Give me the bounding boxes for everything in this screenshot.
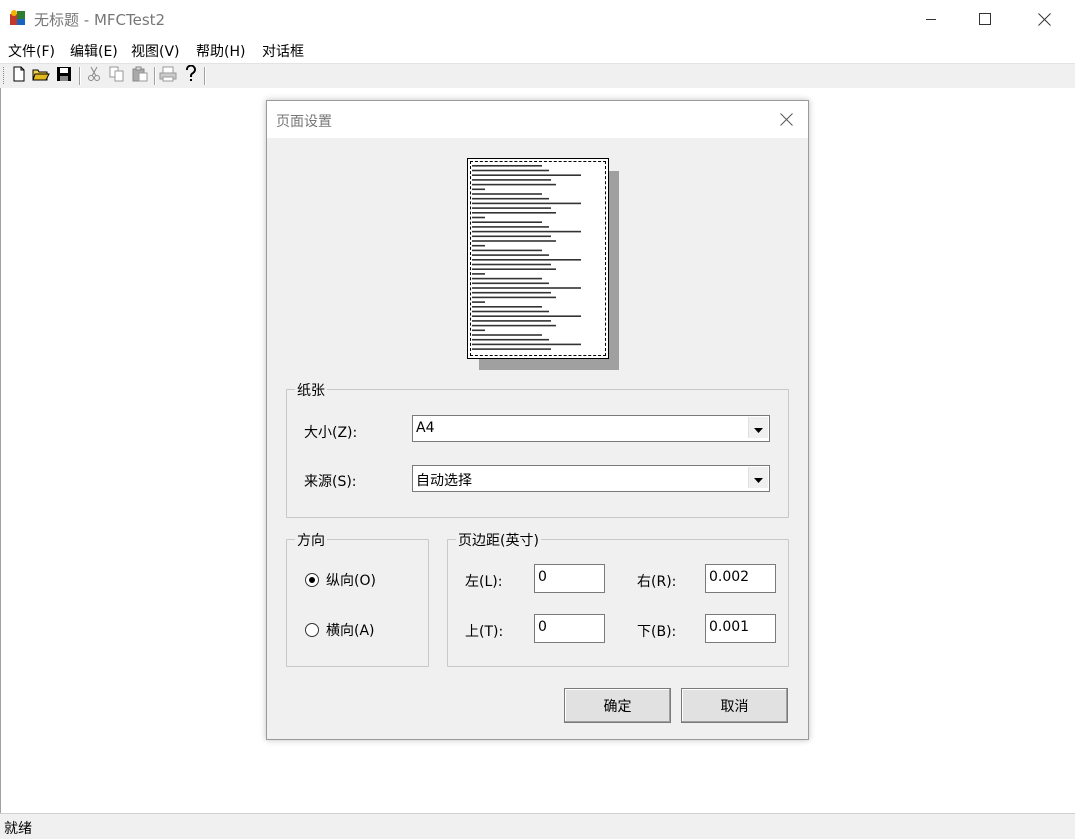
paper-source-combo[interactable]: 自动选择 xyxy=(412,465,770,492)
app-icon xyxy=(9,9,27,27)
save-button[interactable] xyxy=(54,66,74,86)
dialog-title: 页面设置 xyxy=(276,114,332,130)
new-file-icon xyxy=(12,66,26,86)
help-button[interactable] xyxy=(181,64,201,87)
radio-selected-dot xyxy=(309,577,315,583)
right-margin-label: 右(R): xyxy=(637,574,677,590)
print-button[interactable] xyxy=(158,66,178,86)
copy-icon xyxy=(109,66,125,86)
menu-edit[interactable]: 编辑(E) xyxy=(70,41,118,61)
portrait-label[interactable]: 纵向(O) xyxy=(326,570,376,590)
menu-help[interactable]: 帮助(H) xyxy=(196,41,245,61)
open-folder-icon xyxy=(32,66,50,86)
title-bar: 无标题 - MFCTest2 xyxy=(0,0,1075,38)
maximize-button[interactable] xyxy=(956,0,1014,38)
paper-source-value: 自动选择 xyxy=(416,473,472,489)
close-icon xyxy=(1037,12,1051,26)
size-label: 大小(Z): xyxy=(304,425,358,441)
toolbar-grip xyxy=(3,67,7,84)
window-title: 无标题 - MFCTest2 xyxy=(34,11,166,29)
right-margin-field[interactable] xyxy=(705,564,776,593)
left-margin-field[interactable] xyxy=(534,564,605,593)
source-label: 来源(S): xyxy=(304,474,357,490)
paper-source-dropdown-button[interactable] xyxy=(748,467,768,488)
portrait-radio[interactable] xyxy=(305,573,319,587)
chevron-down-icon xyxy=(754,468,763,487)
toolbar-separator xyxy=(154,67,156,85)
paste-button[interactable] xyxy=(130,66,150,86)
page-preview-text-lines xyxy=(472,165,581,350)
minimize-icon xyxy=(925,13,937,25)
toolbar-separator xyxy=(204,67,206,85)
right-margin-input[interactable] xyxy=(706,567,772,587)
bottom-margin-field[interactable] xyxy=(705,614,776,643)
cancel-button[interactable]: 取消 xyxy=(681,688,788,723)
page-preview xyxy=(467,158,609,359)
ok-button[interactable]: 确定 xyxy=(564,688,671,723)
chevron-down-icon xyxy=(754,418,763,437)
dialog-close-button[interactable] xyxy=(769,107,803,133)
save-icon xyxy=(56,66,72,86)
top-margin-input[interactable] xyxy=(535,617,601,637)
paper-size-value: A4 xyxy=(416,420,435,436)
left-margin-label: 左(L): xyxy=(465,574,503,590)
status-text: 就绪 xyxy=(4,821,32,837)
menu-bar: 文件(F) 编辑(E) 视图(V) 帮助(H) 对话框 xyxy=(0,38,1075,62)
close-button[interactable] xyxy=(1015,0,1073,38)
margins-group: 页边距(英寸) 左(L): 右(R): 上(T): 下(B): xyxy=(447,530,789,667)
dialog-title-bar: 页面设置 xyxy=(267,101,808,138)
paper-group: 纸张 大小(Z): A4 来源(S): 自动选择 xyxy=(286,380,789,518)
minimize-button[interactable] xyxy=(902,0,960,38)
print-icon xyxy=(159,66,177,86)
cut-icon xyxy=(87,66,101,86)
new-button[interactable] xyxy=(9,66,29,86)
help-icon xyxy=(184,64,198,87)
paper-size-dropdown-button[interactable] xyxy=(748,417,768,438)
top-margin-field[interactable] xyxy=(534,614,605,643)
toolbar-separator xyxy=(79,67,81,85)
landscape-radio[interactable] xyxy=(305,623,319,637)
page-setup-dialog: 页面设置 纸张 大小(Z): A4 来源(S): 自动选择 方向 纵向(O) 横… xyxy=(266,100,809,740)
maximize-icon xyxy=(979,13,991,25)
bottom-margin-label: 下(B): xyxy=(637,624,677,640)
paper-size-combo[interactable]: A4 xyxy=(412,415,770,442)
bottom-margin-input[interactable] xyxy=(706,617,772,637)
paste-icon xyxy=(132,66,148,86)
close-icon xyxy=(779,111,793,130)
status-bar: 就绪 xyxy=(0,813,1075,839)
open-button[interactable] xyxy=(31,66,51,86)
margins-group-label: 页边距(英寸) xyxy=(456,530,541,550)
orientation-group: 方向 纵向(O) 横向(A) xyxy=(286,530,429,667)
paper-group-label: 纸张 xyxy=(295,380,327,400)
copy-button[interactable] xyxy=(107,66,127,86)
orientation-group-label: 方向 xyxy=(295,530,327,550)
left-margin-input[interactable] xyxy=(535,567,601,587)
landscape-label[interactable]: 横向(A) xyxy=(326,620,375,640)
top-margin-label: 上(T): xyxy=(465,624,504,640)
menu-file[interactable]: 文件(F) xyxy=(8,41,55,61)
menu-view[interactable]: 视图(V) xyxy=(131,41,180,61)
cut-button[interactable] xyxy=(84,66,104,86)
toolbar xyxy=(0,63,1075,89)
menu-dialog[interactable]: 对话框 xyxy=(262,41,304,61)
page-preview-margins xyxy=(470,161,606,356)
